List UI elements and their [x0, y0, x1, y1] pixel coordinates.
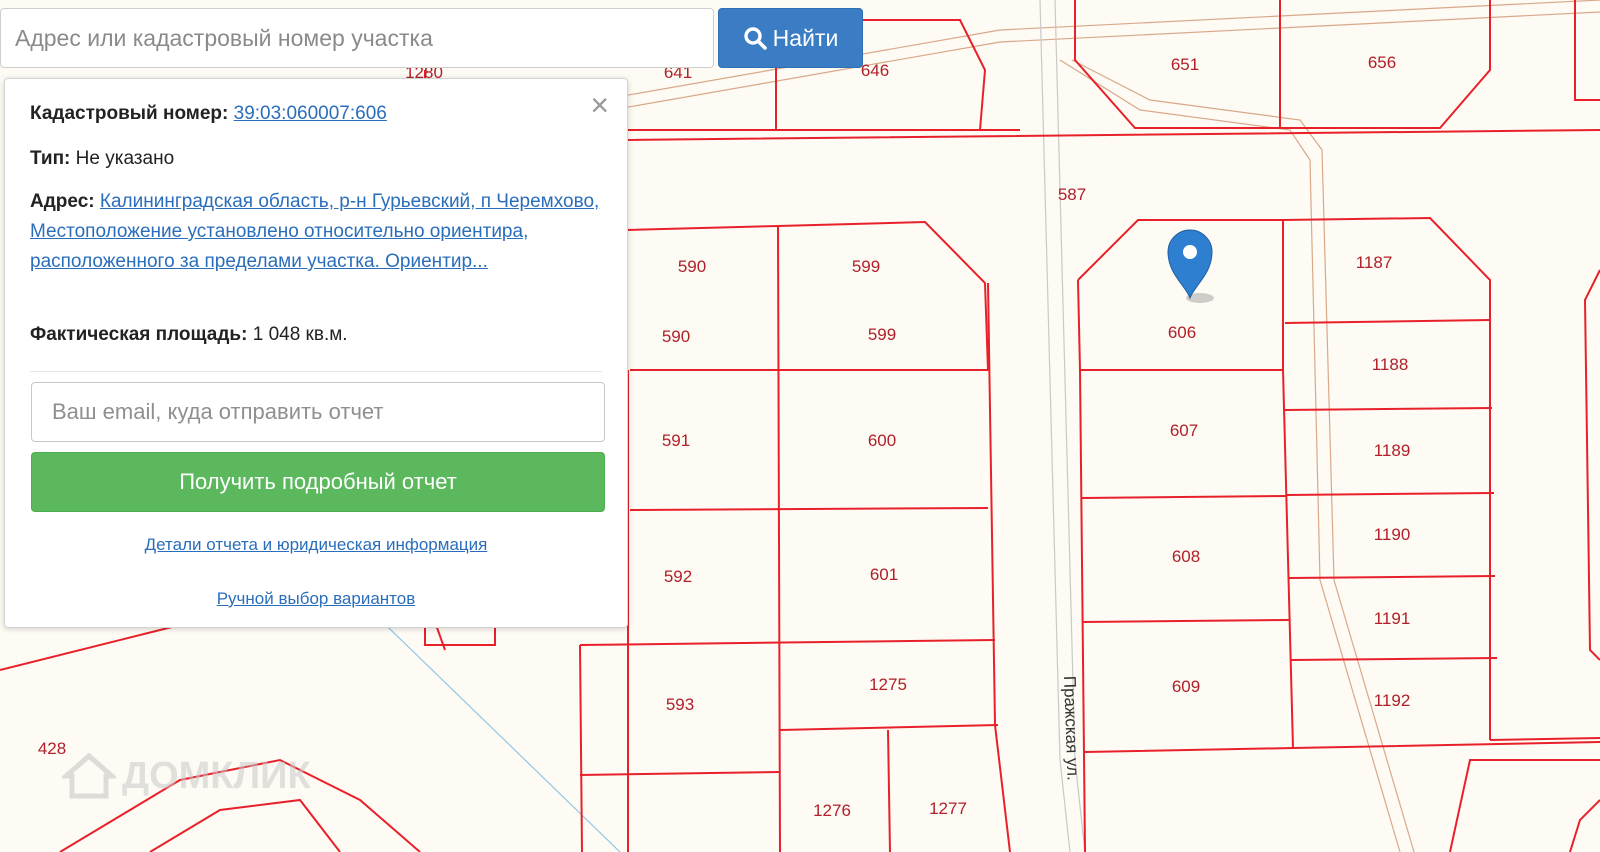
cadastral-label: Кадастровый номер:	[30, 103, 229, 124]
type-label: Тип:	[30, 148, 71, 169]
parcel-label: 606	[1168, 323, 1196, 342]
address-link[interactable]: Калининградская область, р-н Гурьевский,…	[30, 191, 599, 272]
parcel-label: 590	[662, 327, 690, 346]
parcel-label: 646	[861, 61, 889, 80]
parcel-label: 1277	[929, 799, 967, 818]
parcel-label: 587	[1058, 185, 1086, 204]
area-row: Фактическая площадь: 1 048 кв.м.	[30, 320, 348, 350]
parcel-label: 656	[1368, 53, 1396, 72]
house-logo-icon	[62, 752, 116, 799]
parcel-label: 607	[1170, 421, 1198, 440]
parcel-label: 601	[870, 565, 898, 584]
parcel-label: 609	[1172, 677, 1200, 696]
parcel-label: 608	[1172, 547, 1200, 566]
search-input[interactable]	[1, 9, 713, 67]
search-bar	[0, 8, 714, 68]
address-label: Адрес:	[30, 191, 95, 212]
parcel-label: 651	[1171, 55, 1199, 74]
parcel-label: 1192	[1374, 691, 1411, 710]
address-row: Адрес: Калининградская область, р-н Гурь…	[30, 187, 610, 277]
type-value: Не указано	[75, 148, 175, 169]
parcel-label: 1275	[869, 675, 907, 694]
parcel-label: 1187	[1356, 253, 1393, 272]
map-pin-icon[interactable]	[1167, 229, 1214, 303]
parcel-label: 1190	[1374, 525, 1411, 544]
area-label: Фактическая площадь:	[30, 324, 248, 345]
parcel-label: 591	[662, 431, 690, 450]
cadastral-number-link[interactable]: 39:03:060007:606	[234, 103, 387, 124]
find-button-label: Найти	[772, 24, 839, 51]
parcel-label: 1191	[1374, 609, 1411, 628]
street-label: Пражская ул.	[1060, 675, 1083, 781]
parcel-label: 1188	[1372, 355, 1409, 374]
divider	[30, 371, 602, 372]
parcel-label: 592	[664, 567, 692, 586]
parcel-label: 599	[868, 325, 896, 344]
report-details-link[interactable]: Детали отчета и юридическая информация	[5, 535, 627, 555]
parcel-label: 1276	[813, 801, 851, 820]
type-row: Тип: Не указано	[30, 144, 174, 174]
parcel-label: 590	[678, 257, 706, 276]
watermark-text: ДОМКЛИК	[122, 754, 311, 797]
area-value: 1 048 кв.м.	[252, 324, 348, 345]
parcel-label: 593	[666, 695, 694, 714]
find-button[interactable]: Найти	[718, 8, 863, 68]
parcel-label: 600	[868, 431, 896, 450]
domclick-watermark: ДОМКЛИК	[62, 752, 311, 800]
close-icon[interactable]: ×	[590, 89, 609, 121]
parcel-label: 599	[852, 257, 880, 276]
parcel-info-popup: × Кадастровый номер: 39:03:060007:606 Ти…	[4, 78, 628, 628]
email-input[interactable]	[31, 382, 605, 442]
manual-selection-link[interactable]: Ручной выбор вариантов	[5, 589, 627, 609]
parcel-label: 1189	[1374, 441, 1411, 460]
cadastral-row: Кадастровый номер: 39:03:060007:606	[30, 99, 387, 129]
get-report-button[interactable]: Получить подробный отчет	[31, 452, 605, 512]
search-icon	[743, 27, 767, 50]
